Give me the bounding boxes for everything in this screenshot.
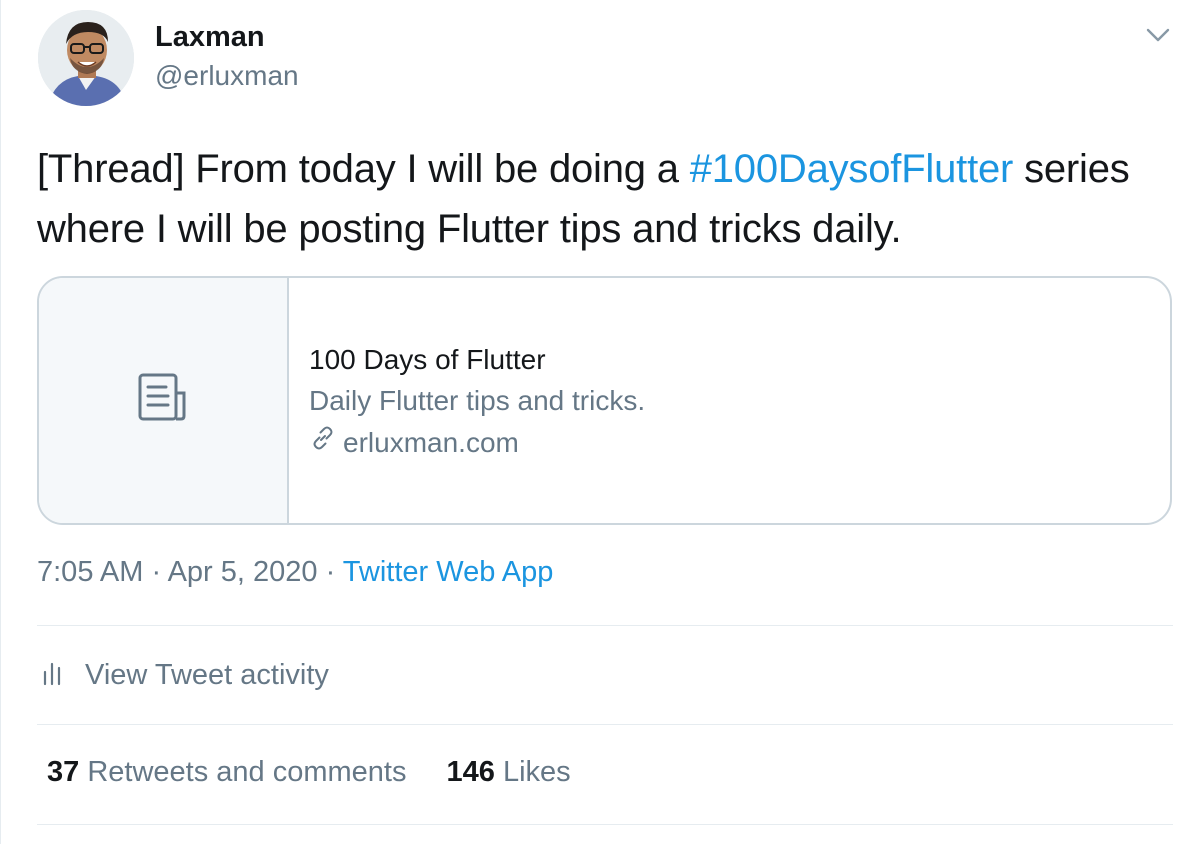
link-card[interactable]: 100 Days of Flutter Daily Flutter tips a… bbox=[37, 276, 1172, 525]
likes-count: 146 bbox=[446, 756, 495, 788]
tweet-stats: 37 Retweets and comments 146 Likes bbox=[47, 756, 611, 789]
likes-stat[interactable]: 146 Likes bbox=[446, 756, 570, 789]
card-body: 100 Days of Flutter Daily Flutter tips a… bbox=[289, 278, 645, 523]
author-handle[interactable]: @erluxman bbox=[155, 60, 299, 92]
divider bbox=[37, 824, 1173, 825]
card-title: 100 Days of Flutter bbox=[309, 344, 546, 375]
tweet-meta: 7:05 AM · Apr 5, 2020 · Twitter Web App bbox=[37, 556, 553, 589]
bar-chart-icon bbox=[41, 656, 85, 694]
tweet: Laxman @erluxman [Thread] From today I w… bbox=[0, 0, 1204, 844]
card-domain-row: erluxman.com bbox=[309, 422, 645, 464]
retweets-stat[interactable]: 37 Retweets and comments bbox=[47, 756, 406, 789]
card-description: Daily Flutter tips and tricks. bbox=[309, 385, 646, 416]
view-activity-button[interactable]: View Tweet activity bbox=[41, 656, 329, 694]
likes-label: Likes bbox=[502, 756, 571, 788]
tweet-text: [Thread] From today I will be doing a #1… bbox=[37, 139, 1177, 259]
card-domain: erluxman.com bbox=[343, 427, 519, 458]
chevron-down-icon[interactable] bbox=[1141, 18, 1175, 52]
article-icon bbox=[134, 369, 192, 432]
retweets-count: 37 bbox=[47, 756, 80, 788]
tweet-source-link[interactable]: Twitter Web App bbox=[343, 556, 554, 588]
tweet-time[interactable]: 7:05 AM bbox=[37, 556, 143, 588]
retweets-label: Retweets and comments bbox=[87, 756, 407, 788]
meta-separator: · bbox=[317, 556, 343, 588]
tweet-text-start: [Thread] From today I will be doing a bbox=[37, 147, 690, 191]
author-name[interactable]: Laxman bbox=[155, 21, 265, 54]
hashtag-link[interactable]: #100DaysofFlutter bbox=[690, 147, 1014, 191]
divider bbox=[37, 625, 1173, 626]
tweet-date[interactable]: Apr 5, 2020 bbox=[168, 556, 318, 588]
avatar[interactable] bbox=[38, 10, 134, 106]
meta-separator: · bbox=[143, 556, 168, 588]
view-activity-label: View Tweet activity bbox=[85, 658, 329, 691]
link-icon bbox=[309, 422, 343, 464]
card-media bbox=[39, 278, 289, 523]
divider bbox=[37, 724, 1173, 725]
